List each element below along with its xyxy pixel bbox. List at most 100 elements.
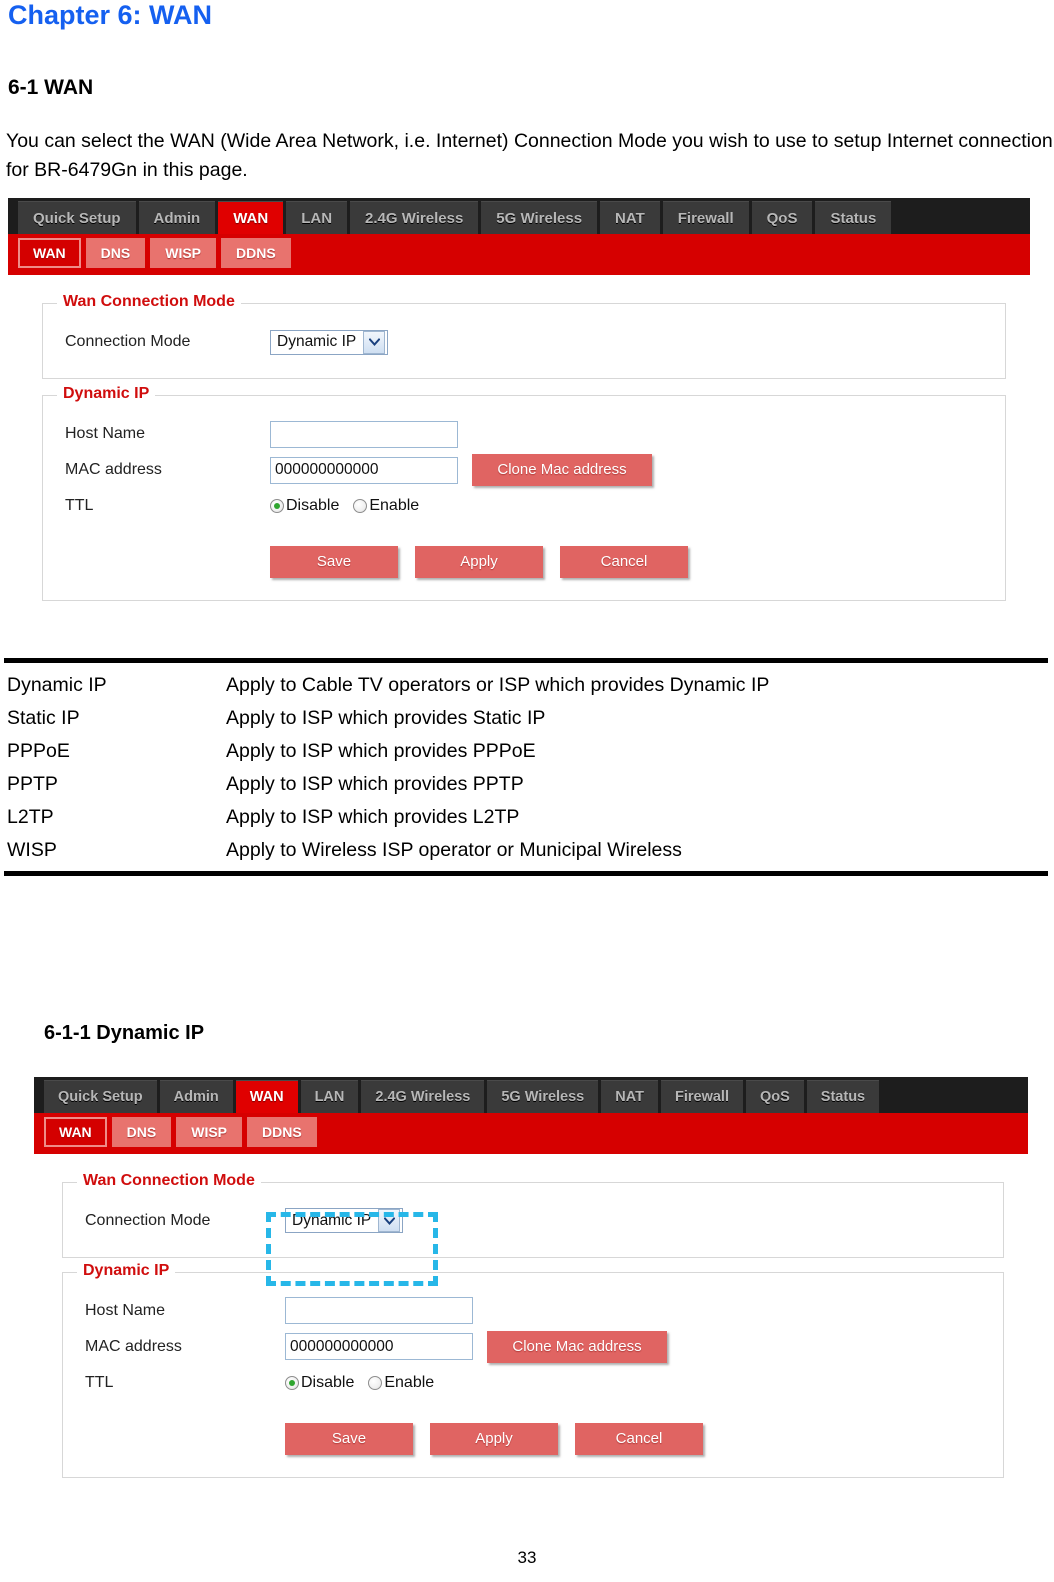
tab-admin[interactable]: Admin — [159, 1080, 233, 1113]
mac-address-input[interactable]: 000000000000 — [270, 456, 458, 484]
ttl-enable-option[interactable]: Enable — [368, 1374, 434, 1392]
subtab-wisp[interactable]: WISP — [150, 238, 217, 268]
tab-status[interactable]: Status — [815, 201, 892, 234]
ttl-radio-group: Disable Enable — [270, 497, 419, 515]
chevron-down-icon[interactable] — [378, 1209, 401, 1232]
tab-quick-setup[interactable]: Quick Setup — [44, 1080, 157, 1113]
form-action-buttons-1: Save Apply Cancel — [43, 524, 1005, 582]
table-row: Static IP Apply to ISP which provides St… — [4, 702, 1048, 735]
host-name-label: Host Name — [65, 425, 146, 442]
mode-description: Apply to ISP which provides PPTP — [226, 773, 524, 795]
mac-address-label: MAC address — [65, 461, 162, 478]
ttl-enable-label: Enable — [369, 497, 420, 514]
clone-mac-address-button[interactable]: Clone Mac address — [487, 1330, 667, 1363]
table-row: PPTP Apply to ISP which provides PPTP — [4, 768, 1048, 801]
mode-description: Apply to ISP which provides L2TP — [226, 806, 520, 828]
router-navbar-2: Quick Setup Admin WAN LAN 2.4G Wireless … — [34, 1077, 1028, 1154]
tab-5g-wireless[interactable]: 5G Wireless — [487, 1080, 599, 1113]
document-page: Chapter 6: WAN 6-1 WAN You can select th… — [0, 0, 1054, 1582]
tab-nat[interactable]: NAT — [601, 1080, 658, 1113]
subtab-dns[interactable]: DNS — [85, 238, 146, 268]
sub-tab-bar-1: WAN DNS WISP DDNS — [8, 234, 1030, 275]
save-button[interactable]: Save — [285, 1422, 413, 1455]
mode-description: Apply to ISP which provides PPPoE — [226, 740, 536, 762]
apply-button[interactable]: Apply — [430, 1422, 558, 1455]
tab-admin[interactable]: Admin — [138, 201, 216, 234]
tab-firewall[interactable]: Firewall — [662, 201, 749, 234]
ttl-radio-group: Disable Enable — [285, 1374, 434, 1392]
host-name-label: Host Name — [85, 1301, 166, 1319]
tab-wan[interactable]: WAN — [235, 1080, 298, 1113]
table-row: PPPoE Apply to ISP which provides PPPoE — [4, 735, 1048, 768]
chevron-down-icon[interactable] — [363, 330, 386, 354]
radio-button-enable[interactable] — [353, 499, 368, 513]
tab-quick-setup[interactable]: Quick Setup — [18, 201, 136, 234]
connection-mode-row: Connection Mode Dynamic IP — [63, 1203, 1003, 1239]
subtab-wan[interactable]: WAN — [18, 238, 81, 268]
router-navbar-1: Quick Setup Admin WAN LAN 2.4G Wireless … — [8, 198, 1030, 275]
radio-button-enable[interactable] — [368, 1375, 383, 1390]
ttl-disable-label: Disable — [301, 1373, 355, 1391]
mode-name: L2TP — [7, 806, 54, 828]
tab-wan[interactable]: WAN — [218, 201, 284, 234]
ttl-disable-option[interactable]: Disable — [270, 497, 339, 515]
wan-connection-mode-legend: Wan Connection Mode — [57, 293, 241, 311]
dynamic-ip-legend: Dynamic IP — [57, 385, 156, 403]
ttl-row: TTL Disable Enable — [63, 1365, 1003, 1401]
cancel-button[interactable]: Cancel — [575, 1422, 703, 1455]
subsection-title: 6-1-1 Dynamic IP — [44, 1022, 205, 1044]
dynamic-ip-fieldset-1: Dynamic IP Host Name MAC address 0000000… — [42, 385, 1006, 601]
tab-24g-wireless[interactable]: 2.4G Wireless — [361, 1080, 485, 1113]
mode-name: Dynamic IP — [7, 674, 107, 696]
mode-name: Static IP — [7, 707, 80, 729]
host-name-input[interactable] — [270, 420, 458, 448]
main-tab-bar-2: Quick Setup Admin WAN LAN 2.4G Wireless … — [34, 1080, 1028, 1113]
save-button[interactable]: Save — [270, 546, 398, 578]
ttl-enable-option[interactable]: Enable — [353, 497, 419, 515]
clone-mac-address-button[interactable]: Clone Mac address — [472, 454, 652, 486]
tab-status[interactable]: Status — [806, 1080, 880, 1113]
connection-mode-selected-value: Dynamic IP — [292, 1211, 372, 1229]
host-name-input[interactable] — [285, 1297, 473, 1324]
connection-mode-select[interactable]: Dynamic IP — [285, 1208, 404, 1233]
table-row: Dynamic IP Apply to Cable TV operators o… — [4, 669, 1048, 702]
mode-name: PPTP — [7, 773, 58, 795]
ttl-disable-option[interactable]: Disable — [285, 1374, 354, 1392]
tab-qos[interactable]: QoS — [751, 201, 813, 234]
mac-address-label: MAC address — [85, 1337, 182, 1355]
mac-address-row: MAC address 000000000000 Clone Mac addre… — [63, 1329, 1003, 1365]
ttl-enable-label: Enable — [384, 1373, 435, 1391]
tab-lan[interactable]: LAN — [286, 201, 348, 234]
tab-lan[interactable]: LAN — [300, 1080, 359, 1113]
mode-description: Apply to Cable TV operators or ISP which… — [226, 674, 770, 696]
cancel-button[interactable]: Cancel — [560, 546, 688, 578]
router-form-area-2: Wan Connection Mode Connection Mode Dyna… — [34, 1153, 1028, 1502]
tab-firewall[interactable]: Firewall — [660, 1080, 743, 1113]
section-title: 6-1 WAN — [8, 76, 94, 99]
router-ui-screenshot-2: Quick Setup Admin WAN LAN 2.4G Wireless … — [34, 1077, 1028, 1502]
subtab-ddns[interactable]: DDNS — [247, 1116, 317, 1147]
subtab-dns[interactable]: DNS — [111, 1116, 172, 1147]
subtab-wisp[interactable]: WISP — [176, 1116, 243, 1147]
apply-button[interactable]: Apply — [415, 546, 543, 578]
dynamic-ip-legend: Dynamic IP — [77, 1261, 176, 1280]
wan-connection-mode-fieldset-2: Wan Connection Mode Connection Mode Dyna… — [62, 1171, 1004, 1258]
subtab-wan[interactable]: WAN — [44, 1116, 107, 1147]
ttl-label: TTL — [65, 497, 94, 514]
wan-connection-mode-fieldset: Wan Connection Mode Connection Mode Dyna… — [42, 293, 1006, 379]
connection-mode-label: Connection Mode — [65, 333, 191, 350]
mac-address-input[interactable]: 000000000000 — [285, 1333, 473, 1360]
tab-24g-wireless[interactable]: 2.4G Wireless — [350, 201, 479, 234]
tab-qos[interactable]: QoS — [745, 1080, 804, 1113]
form-action-buttons-2: Save Apply Cancel — [63, 1401, 1003, 1459]
mode-name: WISP — [7, 839, 57, 861]
connection-mode-row: Connection Mode Dynamic IP — [43, 324, 1005, 360]
connection-mode-select[interactable]: Dynamic IP — [270, 329, 389, 355]
ttl-disable-label: Disable — [286, 497, 340, 514]
subtab-ddns[interactable]: DDNS — [221, 238, 291, 268]
tab-5g-wireless[interactable]: 5G Wireless — [481, 201, 598, 234]
radio-button-disable[interactable] — [285, 1375, 299, 1390]
connection-mode-selected-value: Dynamic IP — [277, 333, 357, 350]
radio-button-disable[interactable] — [270, 499, 284, 513]
tab-nat[interactable]: NAT — [600, 201, 660, 234]
